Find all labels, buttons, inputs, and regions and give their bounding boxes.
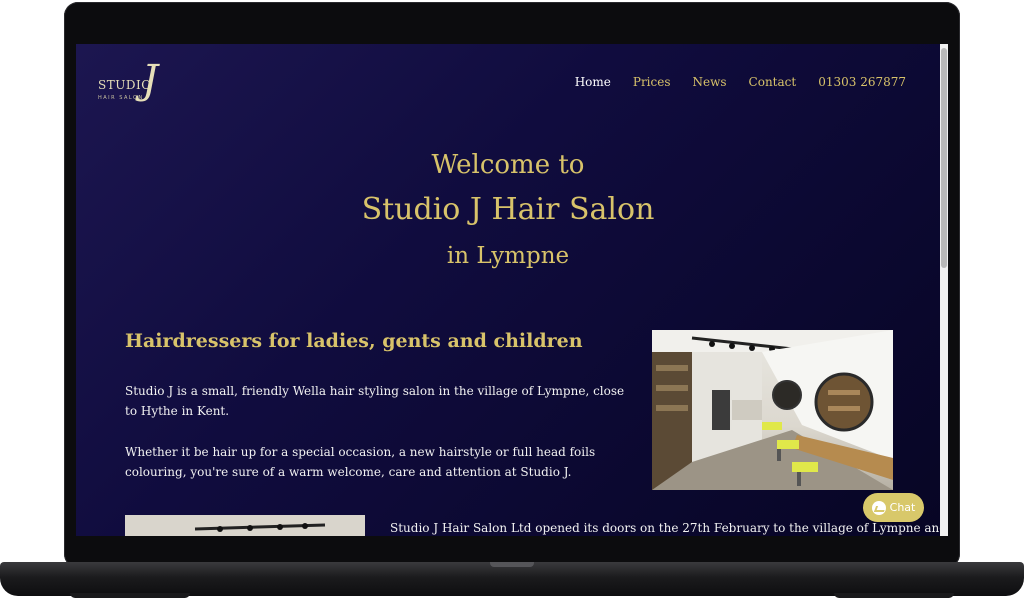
nav-link-prices[interactable]: Prices: [633, 75, 671, 89]
nav-link-contact[interactable]: Contact: [749, 75, 797, 89]
intro-paragraph-2: Whether it be hair up for a special occa…: [125, 445, 596, 479]
salon-ceiling-illustration: [125, 515, 365, 536]
browser-viewport: STUDIO J HAIR SALON Home Prices News Con…: [76, 44, 948, 536]
logo-j-text: J: [142, 57, 159, 103]
chat-label: Chat: [889, 501, 916, 514]
messenger-icon: [871, 500, 886, 515]
intro-heading: Hairdressers for ladies, gents and child…: [125, 330, 583, 352]
laptop-foot-left: [70, 593, 190, 598]
chat-button[interactable]: Chat: [863, 493, 924, 522]
nav-link-news[interactable]: News: [693, 75, 727, 89]
salon-ceiling-photo: [125, 515, 365, 536]
salon-photo-illustration: [652, 330, 893, 490]
intro-paragraph-1: Studio J is a small, friendly Wella hair…: [125, 384, 625, 418]
nav-link-home[interactable]: Home: [575, 75, 611, 89]
hero-location: in Lympne: [446, 243, 570, 269]
salon-interior-photo: [652, 330, 893, 490]
scrollbar-thumb[interactable]: [941, 48, 947, 268]
laptop-notch: [490, 562, 534, 567]
page-scrollbar[interactable]: [940, 44, 948, 536]
site-logo[interactable]: STUDIO J HAIR SALON: [96, 58, 176, 114]
nav-link-phone[interactable]: 01303 267877: [818, 75, 906, 89]
logo-subtitle: HAIR SALON: [98, 95, 144, 101]
story-paragraph: Studio J Hair Salon Ltd opened its doors…: [390, 521, 947, 535]
hero-welcome: Welcome to: [431, 150, 585, 180]
laptop-foot-right: [834, 593, 954, 598]
hero-title: Studio J Hair Salon: [361, 192, 655, 227]
main-nav: Home Prices News Contact 01303 267877: [553, 75, 906, 89]
laptop-base: [0, 562, 1024, 596]
